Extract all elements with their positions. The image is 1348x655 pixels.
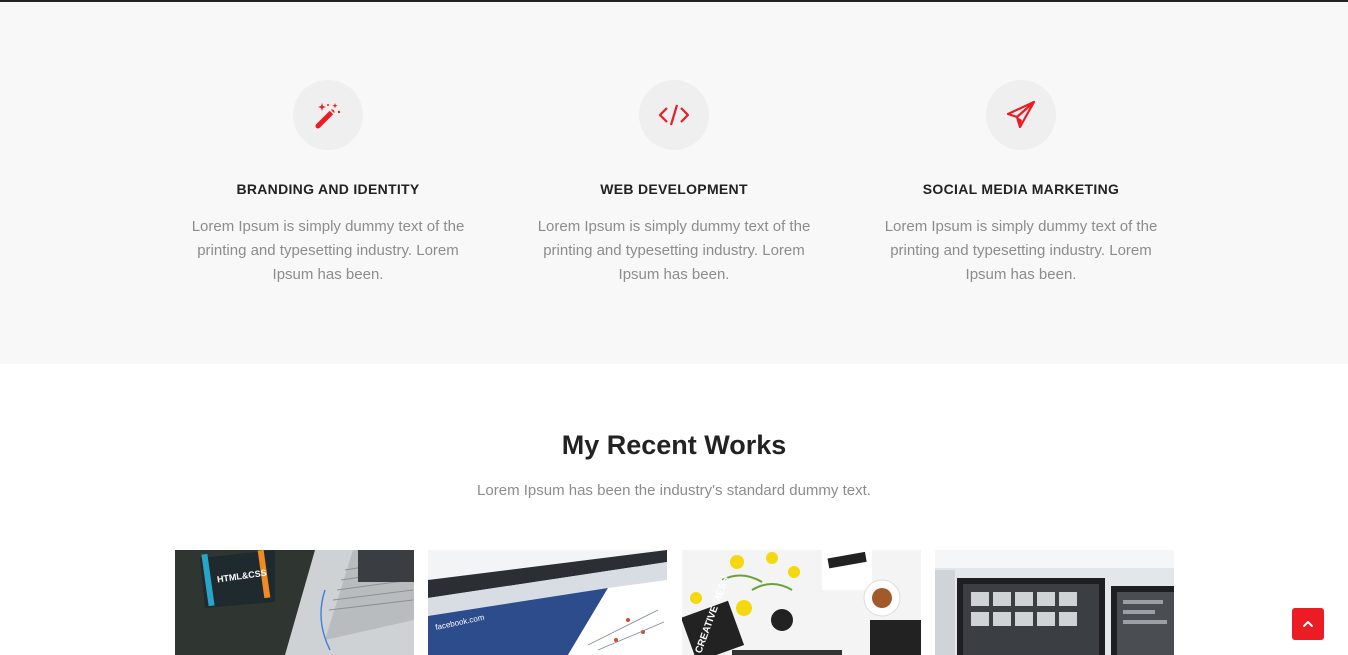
- section-title: My Recent Works: [561, 430, 787, 460]
- service-branding: BRANDING AND IDENTITY Lorem Ipsum is sim…: [168, 80, 488, 287]
- service-description: Lorem Ipsum is simply dummy text of the …: [191, 218, 465, 283]
- service-title: SOCIAL MEDIA MARKETING: [922, 181, 1120, 197]
- service-icon-circle: [639, 80, 709, 150]
- portfolio-image: CREATIVE MESS: [682, 550, 921, 655]
- portfolio-image: [935, 550, 1174, 655]
- portfolio-item[interactable]: facebook.com: [428, 550, 667, 655]
- service-icon-circle: [986, 80, 1056, 150]
- code-icon: [658, 104, 690, 126]
- magic-wand-icon: [315, 103, 341, 129]
- paper-plane-icon: [1006, 100, 1036, 129]
- service-title: WEB DEVELOPMENT: [600, 181, 748, 197]
- portfolio-image: HTML&CSS: [175, 550, 414, 655]
- services-section: BRANDING AND IDENTITY Lorem Ipsum is sim…: [0, 2, 1348, 364]
- chevron-up-icon: [1303, 621, 1313, 627]
- scroll-to-top-button[interactable]: [1292, 608, 1324, 640]
- portfolio-item[interactable]: [935, 550, 1174, 655]
- portfolio-item[interactable]: CREATIVE MESS: [682, 550, 921, 655]
- service-description: Lorem Ipsum is simply dummy text of the …: [537, 218, 811, 283]
- portfolio-image: facebook.com: [428, 550, 667, 655]
- service-description: Lorem Ipsum is simply dummy text of the …: [884, 218, 1158, 283]
- portfolio-item[interactable]: HTML&CSS: [175, 550, 414, 655]
- service-social-media: SOCIAL MEDIA MARKETING Lorem Ipsum is si…: [861, 80, 1181, 287]
- service-title: BRANDING AND IDENTITY: [236, 181, 420, 197]
- section-subtitle: Lorem Ipsum has been the industry's stan…: [477, 482, 871, 499]
- service-web-development: WEB DEVELOPMENT Lorem Ipsum is simply du…: [514, 80, 834, 287]
- service-icon-circle: [293, 80, 363, 150]
